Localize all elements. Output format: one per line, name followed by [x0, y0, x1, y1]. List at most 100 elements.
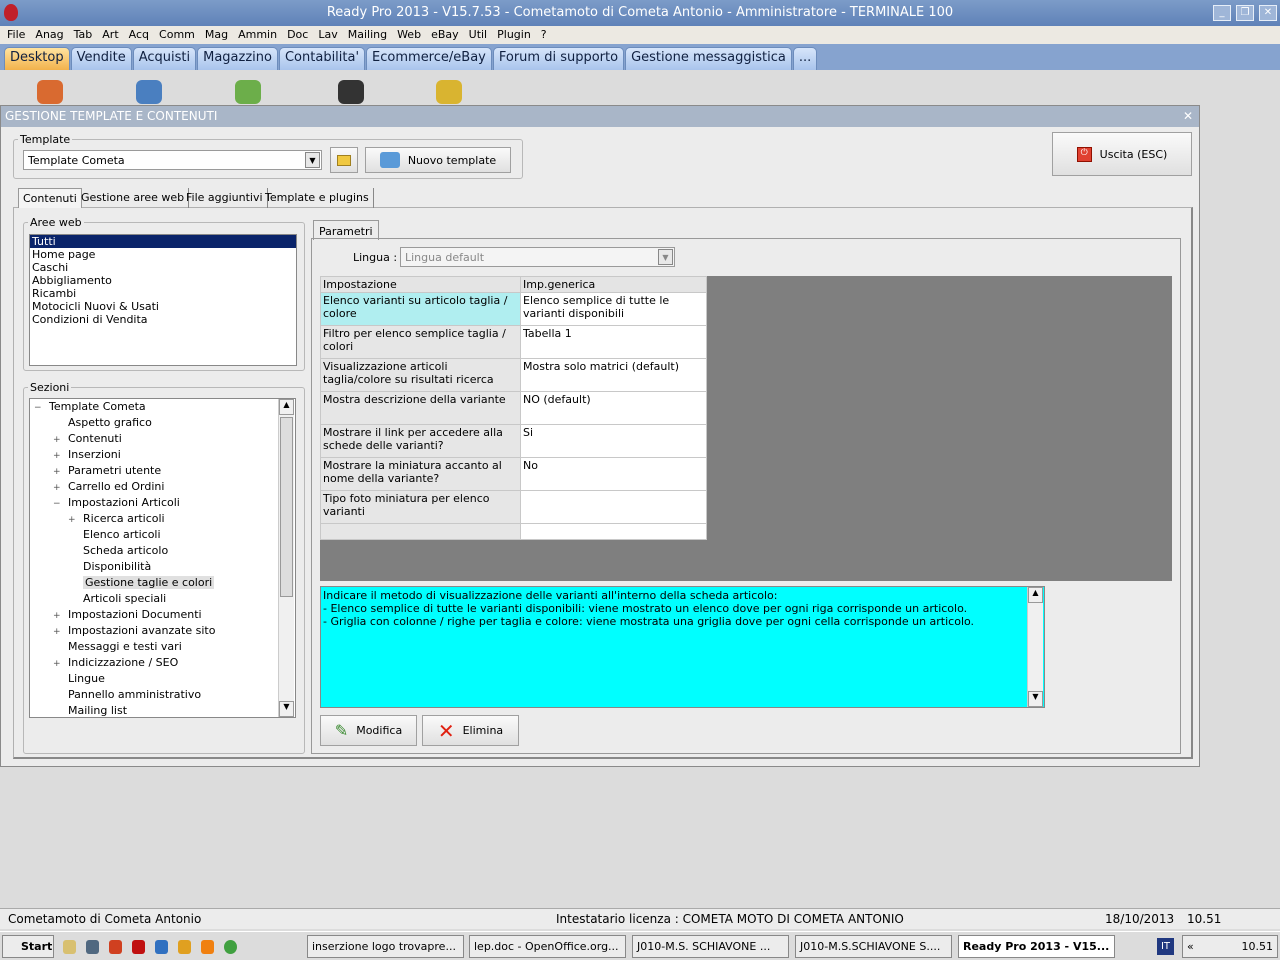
main-tab[interactable]: Magazzino: [197, 47, 278, 70]
expand-icon[interactable]: +: [53, 608, 62, 624]
sub-tab[interactable]: Template e plugins: [261, 188, 374, 208]
tree-node[interactable]: − Template Cometa: [34, 399, 295, 415]
lingua-select[interactable]: Lingua default ▼: [400, 247, 675, 267]
sub-tab[interactable]: Gestione aree web: [77, 188, 190, 208]
setting-value[interactable]: Tabella 1: [520, 325, 707, 359]
tree-node[interactable]: + Impostazioni avanzate sito: [34, 623, 295, 639]
menu-item[interactable]: Comm: [154, 26, 200, 44]
new-template-button[interactable]: Nuovo template: [365, 147, 511, 173]
expand-icon[interactable]: +: [53, 464, 62, 480]
setting-value[interactable]: No: [520, 457, 707, 491]
exit-button[interactable]: ⏻ Uscita (ESC): [1052, 132, 1192, 176]
desktop-icon[interactable]: [86, 940, 99, 954]
tree-node[interactable]: + Impostazioni Documenti: [34, 607, 295, 623]
close-button[interactable]: ✕: [1259, 5, 1277, 21]
sub-tab[interactable]: File aggiuntivi: [182, 188, 268, 208]
expand-icon[interactable]: +: [68, 512, 77, 528]
menu-item[interactable]: File: [2, 26, 30, 44]
restore-button[interactable]: ❐: [1236, 5, 1254, 21]
aree-item[interactable]: Motocicli Nuovi & Usati: [30, 300, 296, 313]
grid-row[interactable]: Tipo foto miniatura per elenco varianti: [320, 490, 707, 524]
description-scrollbar[interactable]: ▲ ▼: [1027, 587, 1043, 707]
clock[interactable]: 10.51: [1242, 940, 1274, 953]
grid-row[interactable]: Mostra descrizione della variante NO (def…: [320, 391, 707, 425]
menu-item[interactable]: Plugin: [492, 26, 536, 44]
aree-item[interactable]: Caschi: [30, 261, 296, 274]
main-tab[interactable]: Acquisti: [132, 47, 197, 70]
taskbar-item[interactable]: lep.doc - OpenOffice.org...: [469, 935, 626, 958]
tree-node[interactable]: Gestione taglie e colori: [34, 575, 295, 591]
agenda-icon[interactable]: [436, 80, 462, 104]
taskbar-item[interactable]: inserzione logo trovapre...: [307, 935, 464, 958]
elimina-button[interactable]: ✕ Elimina: [422, 715, 519, 746]
aree-web-list[interactable]: Tutti Home page Caschi Abbigliamento Ricambi…: [29, 234, 297, 366]
tree-node[interactable]: Articoli speciali: [34, 591, 295, 607]
expand-icon[interactable]: +: [53, 656, 62, 672]
tree-node[interactable]: Aspetto grafico: [34, 415, 295, 431]
taskbar-item[interactable]: Ready Pro 2013 - V15...: [958, 935, 1115, 958]
main-tab[interactable]: Vendite: [70, 47, 132, 70]
expand-icon[interactable]: +: [53, 432, 62, 448]
start-button[interactable]: Start: [2, 935, 54, 958]
tree-node[interactable]: + Inserzioni: [34, 447, 295, 463]
vlc-icon[interactable]: [201, 940, 214, 954]
tree-node[interactable]: Lingue: [34, 671, 295, 687]
tree-node[interactable]: + Indicizzazione / SEO: [34, 655, 295, 671]
taskbar-item[interactable]: J010-M.S. SCHIAVONE ...: [632, 935, 789, 958]
main-tab[interactable]: ...: [792, 47, 818, 70]
main-tab[interactable]: Forum di supporto: [492, 47, 625, 70]
scroll-up-icon[interactable]: ▲: [1028, 587, 1043, 603]
minimize-button[interactable]: _: [1213, 5, 1231, 21]
menu-item[interactable]: ?: [536, 26, 552, 44]
expand-icon[interactable]: +: [53, 480, 62, 496]
tree-node[interactable]: Mailing list: [34, 703, 295, 717]
menu-item[interactable]: Util: [464, 26, 492, 44]
main-tab[interactable]: Ecommerce/eBay: [366, 47, 492, 70]
tree-node[interactable]: Disponibilità: [34, 559, 295, 575]
menu-item[interactable]: Web: [392, 26, 426, 44]
scroll-up-icon[interactable]: ▲: [279, 399, 294, 415]
menu-item[interactable]: Doc: [282, 26, 313, 44]
aree-item[interactable]: Home page: [30, 248, 296, 261]
operator-icon[interactable]: [338, 80, 364, 104]
sezioni-tree[interactable]: − Template Cometa Aspetto grafico + Contenut…: [29, 398, 296, 718]
expand-icon[interactable]: +: [53, 624, 62, 640]
scroll-down-icon[interactable]: ▼: [279, 701, 294, 717]
settings-grid[interactable]: Impostazione Imp.generica Elenco varianti …: [320, 276, 707, 540]
tray-expand-icon[interactable]: «: [1187, 940, 1194, 953]
aree-item[interactable]: Abbigliamento: [30, 274, 296, 287]
grid-row[interactable]: [320, 523, 707, 540]
main-tab[interactable]: Gestione messaggistica: [625, 47, 792, 70]
aree-item[interactable]: Tutti: [30, 235, 296, 248]
collapse-icon[interactable]: −: [53, 496, 62, 512]
menu-item[interactable]: Art: [97, 26, 123, 44]
setting-value[interactable]: Si: [520, 424, 707, 458]
tree-node[interactable]: Messaggi e testi vari: [34, 639, 295, 655]
agents-icon[interactable]: [235, 80, 261, 104]
tree-node[interactable]: − Impostazioni Articoli: [34, 495, 295, 511]
sub-tab[interactable]: Contenuti: [18, 188, 82, 208]
tree-node[interactable]: + Carrello ed Ordini: [34, 479, 295, 495]
open-folder-button[interactable]: [330, 147, 358, 173]
aree-item[interactable]: Ricambi: [30, 287, 296, 300]
menu-item[interactable]: Tab: [69, 26, 98, 44]
aree-item[interactable]: Condizioni di Vendita: [30, 313, 296, 326]
language-indicator[interactable]: IT: [1157, 938, 1174, 955]
menu-item[interactable]: eBay: [426, 26, 464, 44]
scroll-thumb[interactable]: [280, 417, 293, 597]
expand-icon[interactable]: +: [53, 448, 62, 464]
chrome-icon[interactable]: [224, 940, 237, 954]
app-quick-icon[interactable]: [109, 940, 122, 954]
template-select[interactable]: Template Cometa ▼: [23, 150, 322, 170]
taskbar-item[interactable]: J010-M.S.SCHIAVONE S....: [795, 935, 952, 958]
tree-node[interactable]: + Contenuti: [34, 431, 295, 447]
grid-row[interactable]: Filtro per elenco semplice taglia / colo…: [320, 325, 707, 359]
tree-node[interactable]: Pannello amministrativo: [34, 687, 295, 703]
tree-node[interactable]: + Parametri utente: [34, 463, 295, 479]
clients-icon[interactable]: [37, 80, 63, 104]
ie-icon[interactable]: [155, 940, 168, 954]
close-window-icon[interactable]: ✕: [1183, 106, 1193, 127]
tree-node[interactable]: + Ricerca articoli: [34, 511, 295, 527]
tree-node[interactable]: Elenco articoli: [34, 527, 295, 543]
description-box[interactable]: Indicare il metodo di visualizzazione de…: [320, 586, 1045, 708]
